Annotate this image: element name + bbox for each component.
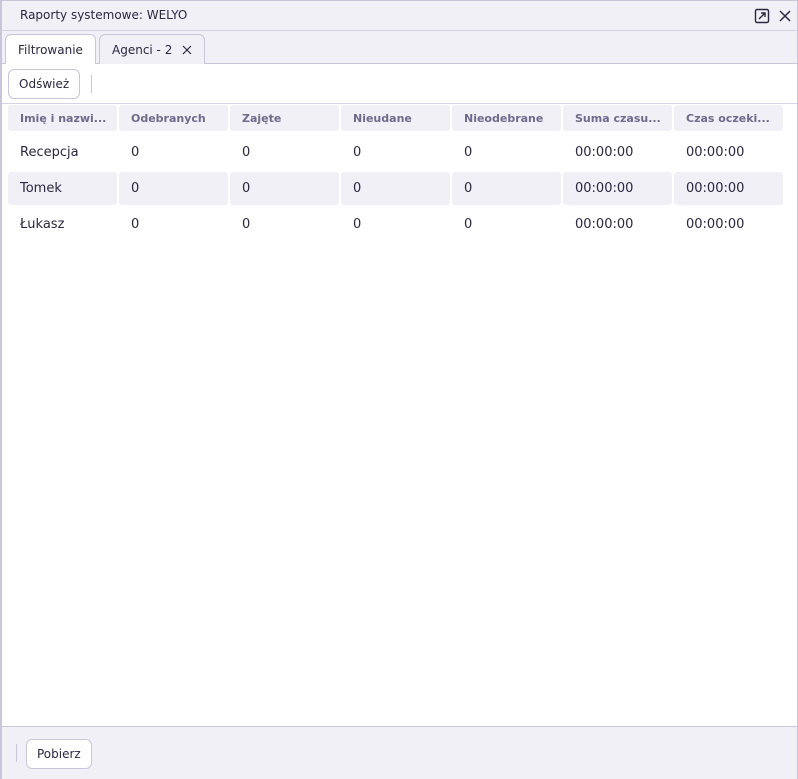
toolbar-divider xyxy=(91,75,92,93)
column-header-answered[interactable]: Odebranych xyxy=(119,105,228,131)
cell-failed: 0 xyxy=(353,217,362,232)
tab-label: Filtrowanie xyxy=(18,43,83,57)
tab-filtering[interactable]: Filtrowanie xyxy=(5,34,96,65)
close-tab-icon[interactable] xyxy=(182,45,192,55)
report-window: Raporty systemowe: WELYO Filtrowanie Age… xyxy=(0,0,798,779)
report-content: Odśwież Imię i nazwi... Odebranych Zajęt… xyxy=(2,64,797,726)
table-row[interactable]: Recepcja 0 0 0 0 00:00:00 00:00:00 xyxy=(8,136,786,169)
cell-busy: 0 xyxy=(242,145,251,160)
cell-answered: 0 xyxy=(119,172,228,205)
window-titlebar: Raporty systemowe: WELYO xyxy=(2,1,797,31)
cell-wait-time: 00:00:00 xyxy=(686,145,745,160)
cell-busy: 0 xyxy=(242,217,251,232)
tab-agents[interactable]: Agenci - 2 xyxy=(99,34,206,64)
refresh-button[interactable]: Odśwież xyxy=(8,69,81,99)
column-header-total-time[interactable]: Suma czasu... xyxy=(563,105,672,131)
column-header-missed[interactable]: Nieodebrane xyxy=(452,105,561,131)
toolbar: Odśwież xyxy=(2,64,797,104)
cell-name: Recepcja xyxy=(20,145,79,160)
footer-divider xyxy=(16,744,17,762)
table-row[interactable]: Tomek 0 0 0 0 00:00:00 00:00:00 xyxy=(8,172,786,205)
cell-answered: 0 xyxy=(131,145,140,160)
cell-name: Łukasz xyxy=(20,217,65,232)
column-header-failed[interactable]: Nieudane xyxy=(341,105,450,131)
column-header-wait-time[interactable]: Czas oczeki... xyxy=(674,105,783,131)
table-header: Imię i nazwi... Odebranych Zajęte Nieuda… xyxy=(8,105,786,131)
cell-missed: 0 xyxy=(452,172,561,205)
cell-total-time: 00:00:00 xyxy=(575,217,634,232)
cell-total-time: 00:00:00 xyxy=(563,172,672,205)
cell-busy: 0 xyxy=(230,172,339,205)
download-button[interactable]: Pobierz xyxy=(26,739,92,769)
tab-label: Agenci - 2 xyxy=(112,42,173,57)
tab-bar: Filtrowanie Agenci - 2 xyxy=(2,31,797,65)
cell-missed: 0 xyxy=(464,145,473,160)
window-title: Raporty systemowe: WELYO xyxy=(20,8,188,22)
agents-table: Imię i nazwi... Odebranych Zajęte Nieuda… xyxy=(8,105,786,244)
cell-failed: 0 xyxy=(341,172,450,205)
table-row[interactable]: Łukasz 0 0 0 0 00:00:00 00:00:00 xyxy=(8,208,786,241)
close-icon[interactable] xyxy=(775,6,795,26)
popout-icon[interactable] xyxy=(752,6,772,26)
cell-name: Tomek xyxy=(8,172,117,205)
footer-bar: Pobierz xyxy=(2,726,797,779)
cell-missed: 0 xyxy=(464,217,473,232)
cell-wait-time: 00:00:00 xyxy=(674,172,783,205)
cell-failed: 0 xyxy=(353,145,362,160)
cell-wait-time: 00:00:00 xyxy=(686,217,745,232)
column-header-busy[interactable]: Zajęte xyxy=(230,105,339,131)
cell-answered: 0 xyxy=(131,217,140,232)
column-header-name[interactable]: Imię i nazwi... xyxy=(8,105,117,131)
cell-total-time: 00:00:00 xyxy=(575,145,634,160)
